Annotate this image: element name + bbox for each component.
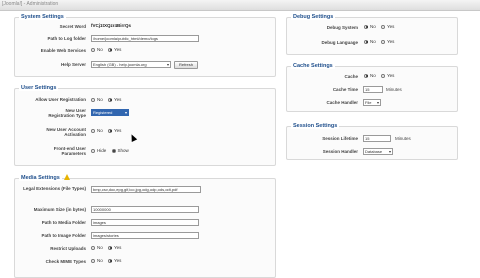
refresh-button[interactable]: Refresh [174, 61, 198, 69]
help-server-select[interactable]: English (GB) - help.joomla.org ▾ [91, 61, 171, 68]
cache-yes-radio[interactable] [381, 73, 386, 78]
help-server-value: English (GB) - help.joomla.org [93, 62, 147, 67]
web-services-radio-group: No Yes [91, 46, 125, 53]
cache-handler-select[interactable]: File ▾ [363, 99, 381, 106]
debug-language-yes-label: Yes [387, 39, 395, 45]
cache-yes-label: Yes [387, 73, 395, 79]
debug-language-no-label: No [370, 39, 376, 45]
legal-extensions-label: Legal Extensions (File Types) [23, 186, 86, 191]
session-handler-value: Database [365, 149, 383, 154]
cache-time-input[interactable]: 15 [363, 86, 383, 93]
debug-system-label: Debug System [326, 25, 358, 30]
activation-no-label: No [97, 128, 103, 134]
allow-registration-radio-group: No Yes [91, 96, 125, 103]
window-title: [Joomla!] - Administration [2, 1, 59, 7]
debug-settings-legend: Debug Settings [291, 14, 336, 20]
restrict-uploads-no-label: No [97, 245, 103, 251]
new-user-type-value: Registered [93, 110, 113, 115]
chevron-down-icon: ▾ [376, 100, 379, 105]
debug-language-label: Debug Language [321, 40, 358, 45]
debug-system-no-radio[interactable] [364, 24, 368, 29]
allow-registration-no-label: No [97, 97, 103, 103]
max-size-input[interactable]: 10000000 [91, 206, 199, 213]
log-path-input[interactable]: /home/joomla/public_html/demo/logs [91, 35, 199, 42]
session-lifetime-label: Session Lifetime [322, 136, 358, 141]
warning-icon [64, 174, 70, 180]
activation-yes-radio[interactable] [108, 128, 113, 133]
activation-radio-group: No Yes [91, 127, 125, 134]
debug-system-yes-radio[interactable] [381, 24, 386, 29]
chevron-down-icon: ▾ [124, 110, 127, 115]
cache-no-radio[interactable] [364, 73, 368, 78]
session-lifetime-unit: Minutes [395, 136, 411, 141]
user-params-show-label: Show [117, 148, 129, 154]
restrict-uploads-yes-label: Yes [114, 245, 122, 251]
chevron-down-icon: ▾ [166, 62, 169, 67]
user-params-radio-group: Hide Show [91, 147, 133, 154]
check-mime-yes-radio[interactable] [108, 258, 113, 263]
web-services-yes-radio[interactable] [108, 47, 113, 52]
check-mime-no-label: No [97, 258, 103, 264]
debug-language-yes-radio[interactable] [381, 39, 386, 44]
user-params-label: Front-end User Parameters [53, 146, 86, 156]
check-mime-no-radio[interactable] [91, 258, 95, 263]
cache-handler-label: Cache Handler [326, 100, 358, 105]
web-services-yes-label: Yes [114, 47, 122, 53]
chevron-down-icon: ▾ [388, 149, 391, 154]
legal-extensions-input[interactable]: bmp,csv,doc,epg,gif,ico,jpg,odg,odp,ods,… [91, 186, 201, 193]
new-user-type-label: New User Registration Type [48, 108, 86, 118]
activation-yes-label: Yes [114, 128, 122, 134]
cache-handler-value: File [365, 100, 372, 105]
path-image-label: Path to Image Folder [41, 233, 86, 238]
session-handler-label: Session Handler [322, 149, 358, 154]
debug-system-no-label: No [370, 24, 376, 30]
cache-radio-group: No Yes [364, 72, 398, 79]
media-settings-legend: Media Settings [19, 175, 62, 181]
check-mime-radio-group: No Yes [91, 257, 125, 264]
new-user-type-select[interactable]: Registered ▾ [91, 109, 129, 116]
allow-registration-yes-label: Yes [114, 97, 122, 103]
max-size-label: Maximum Size (in bytes) [33, 207, 86, 212]
restrict-uploads-no-radio[interactable] [91, 245, 95, 250]
window-title-bar: [Joomla!] - Administration [0, 0, 480, 11]
restrict-uploads-label: Restrict Uploads [50, 246, 86, 251]
web-services-label: Enable Web Services [40, 48, 86, 53]
user-params-hide-label: Hide [97, 148, 107, 154]
path-media-label: Path to Media Folder [41, 220, 86, 225]
check-mime-yes-label: Yes [114, 258, 122, 264]
debug-system-yes-label: Yes [387, 24, 395, 30]
help-server-label: Help Server [60, 62, 86, 67]
user-settings-legend: User Settings [19, 85, 59, 91]
system-settings-legend: System Settings [19, 14, 66, 20]
log-path-label: Path to Log folder [47, 36, 87, 41]
allow-registration-yes-radio[interactable] [108, 97, 113, 102]
activation-no-radio[interactable] [91, 128, 95, 133]
secret-word-value: fVCj1tXQzr4BirrQs [91, 23, 132, 28]
path-image-input[interactable]: images/stories [91, 232, 199, 239]
restrict-uploads-radio-group: No Yes [91, 244, 125, 251]
session-settings-legend: Session Settings [291, 123, 340, 129]
web-services-no-radio[interactable] [91, 47, 95, 52]
cache-time-unit: Minutes [386, 87, 402, 92]
web-services-no-label: No [97, 47, 103, 53]
debug-language-radio-group: No Yes [364, 38, 398, 45]
cache-settings-legend: Cache Settings [291, 63, 335, 69]
debug-system-radio-group: No Yes [364, 23, 398, 30]
debug-language-no-radio[interactable] [364, 39, 368, 44]
restrict-uploads-yes-radio[interactable] [108, 245, 113, 250]
secret-word-label: Secret Word [59, 24, 86, 29]
cache-label: Cache [344, 74, 358, 79]
session-handler-select[interactable]: Database ▾ [363, 148, 393, 155]
cache-no-label: No [370, 73, 376, 79]
path-media-input[interactable]: images [91, 219, 199, 226]
allow-registration-no-radio[interactable] [91, 97, 95, 102]
allow-registration-label: Allow User Registration [35, 97, 86, 102]
session-lifetime-input[interactable]: 15 [363, 135, 391, 142]
user-params-hide-radio[interactable] [91, 148, 95, 153]
user-params-show-radio[interactable] [111, 148, 116, 153]
activation-label: New User Account Activation [46, 127, 86, 137]
cache-time-label: Cache Time [332, 87, 358, 92]
check-mime-label: Check MIME Types [45, 259, 86, 264]
